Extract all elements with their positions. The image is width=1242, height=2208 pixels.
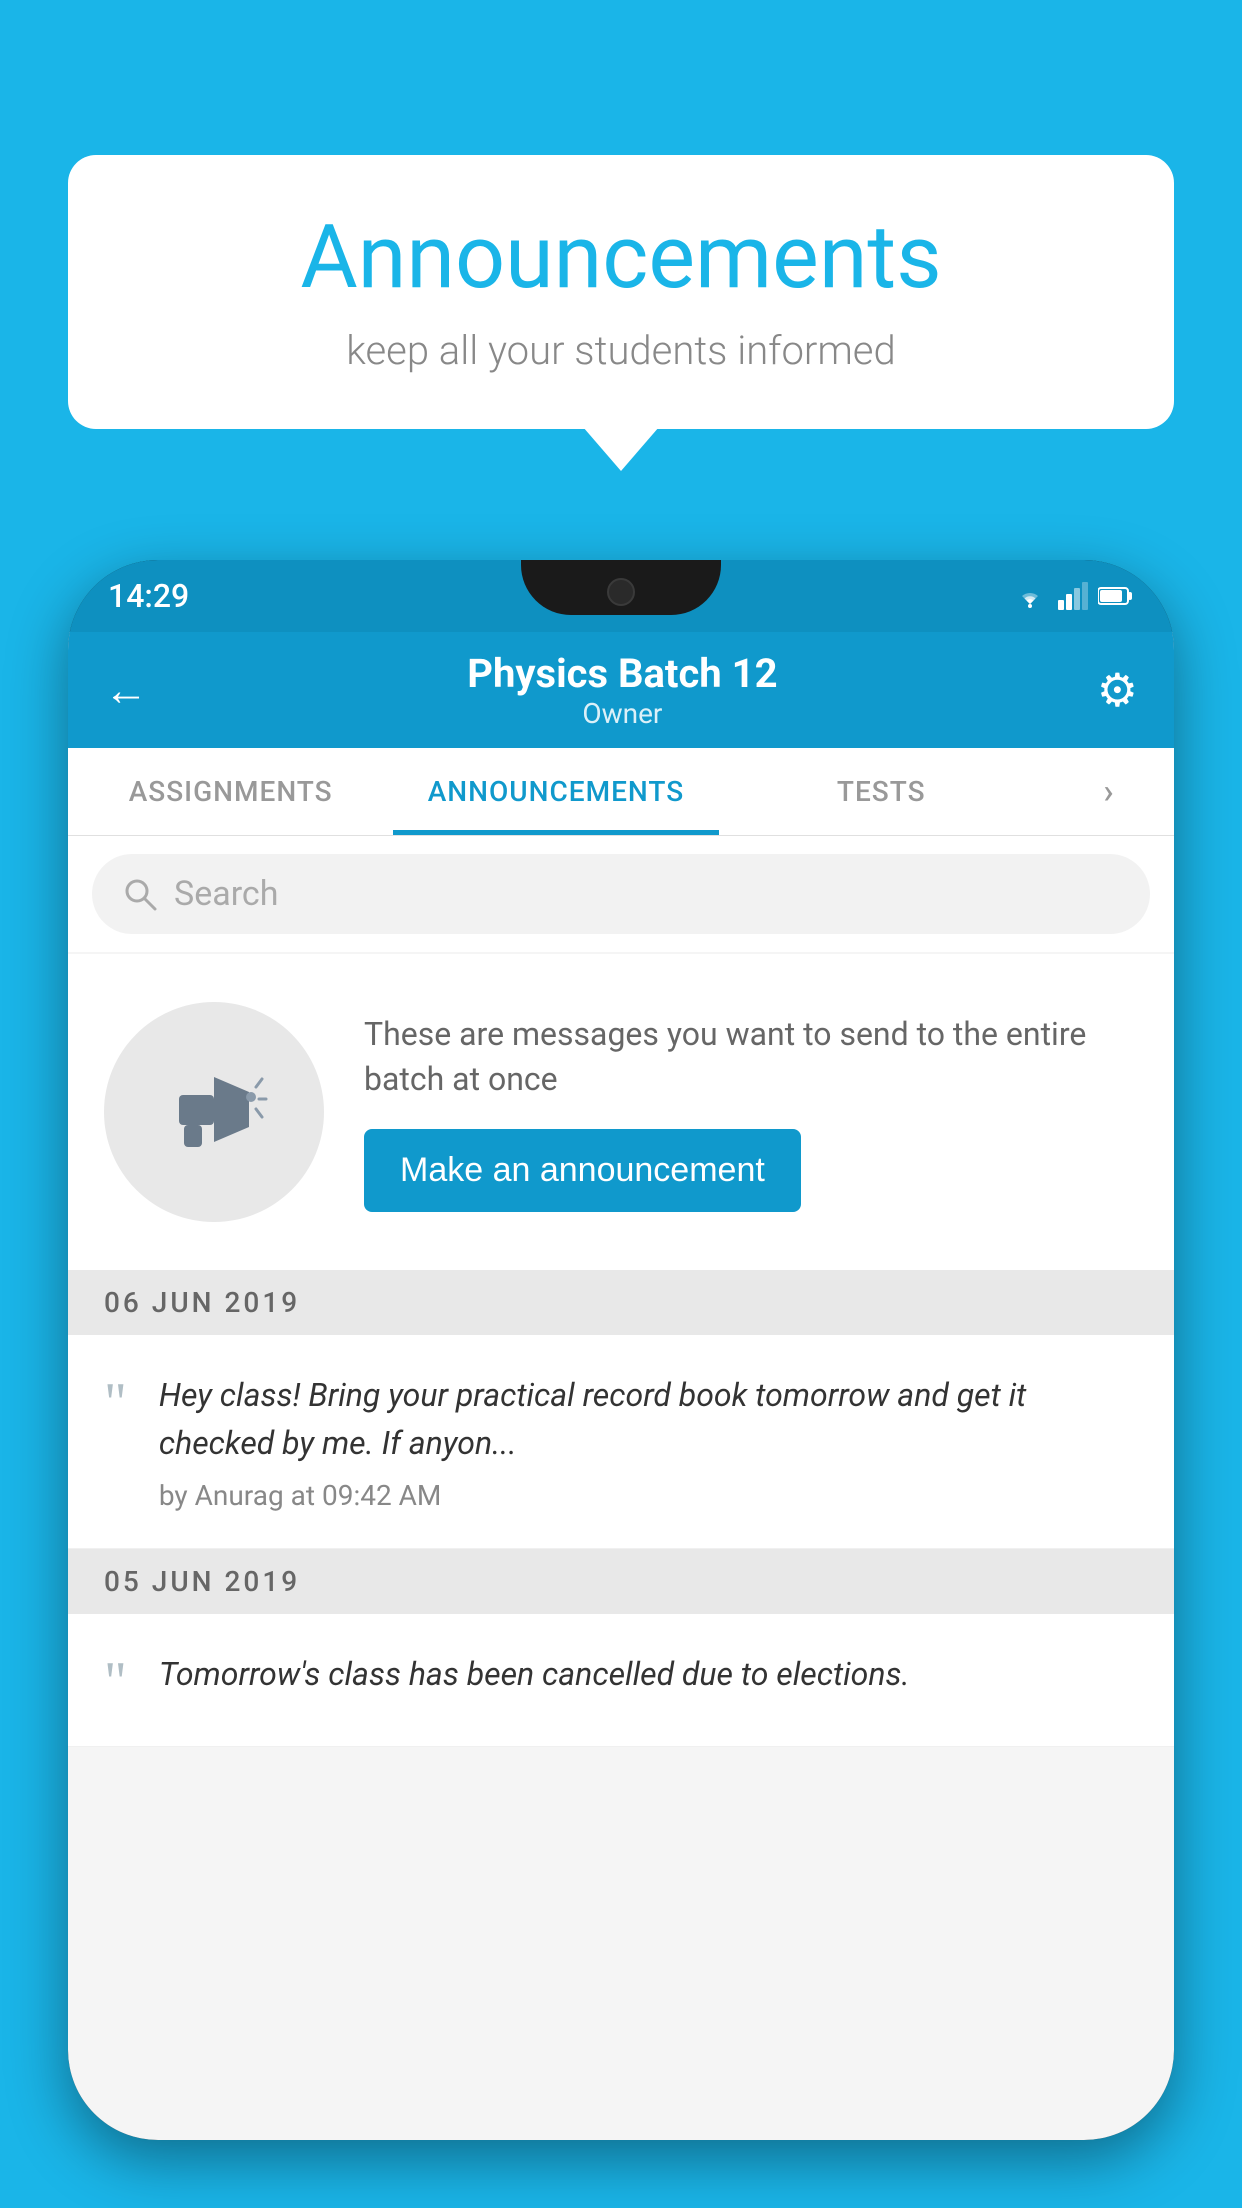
tab-announcements[interactable]: ANNOUNCEMENTS [393,748,718,835]
tabs-bar: ASSIGNMENTS ANNOUNCEMENTS TESTS › [68,748,1174,836]
wifi-icon [1012,582,1048,610]
search-placeholder: Search [174,874,278,914]
settings-button[interactable]: ⚙ [1097,663,1138,718]
search-icon [122,876,158,912]
status-icons [1012,582,1134,610]
tab-assignments[interactable]: ASSIGNMENTS [68,748,393,835]
signal-icon [1058,582,1088,610]
announcement-content-1: Hey class! Bring your practical record b… [159,1371,1138,1512]
status-time: 14:29 [108,577,189,615]
announcement-message-1: Hey class! Bring your practical record b… [159,1371,1138,1467]
phone-screen: ← Physics Batch 12 Owner ⚙ ASSIGNMENTS A… [68,632,1174,2140]
top-bar-title-group: Physics Batch 12 Owner [467,650,777,730]
make-announcement-button[interactable]: Make an announcement [364,1129,801,1212]
date-separator-2: 05 JUN 2019 [68,1549,1174,1614]
speech-bubble-section: Announcements keep all your students inf… [68,155,1174,429]
tab-more[interactable]: › [1044,748,1174,835]
tab-tests[interactable]: TESTS [719,748,1044,835]
speech-bubble-title: Announcements [128,210,1114,307]
phone-notch [521,560,721,615]
phone-outer: 14:29 [68,560,1174,2140]
promo-right: These are messages you want to send to t… [364,1012,1138,1213]
top-bar-subtitle: Owner [467,697,777,730]
quote-icon-1: " [104,1375,127,1431]
search-bar-wrapper: Search [68,836,1174,952]
announcement-message-2: Tomorrow's class has been cancelled due … [159,1650,1138,1698]
announcement-item-1[interactable]: " Hey class! Bring your practical record… [68,1335,1174,1549]
back-button[interactable]: ← [104,664,148,716]
screen-inner: ← Physics Batch 12 Owner ⚙ ASSIGNMENTS A… [68,632,1174,2140]
phone-container: 14:29 [68,560,1174,2208]
megaphone-icon [159,1057,269,1167]
notch-camera [607,578,635,606]
speech-bubble-subtitle: keep all your students informed [128,327,1114,374]
promo-description: These are messages you want to send to t… [364,1012,1138,1102]
promo-block: These are messages you want to send to t… [68,954,1174,1270]
announcement-item-2[interactable]: " Tomorrow's class has been cancelled du… [68,1614,1174,1747]
speech-bubble-card: Announcements keep all your students inf… [68,155,1174,429]
top-bar-title: Physics Batch 12 [467,650,777,697]
top-bar: ← Physics Batch 12 Owner ⚙ [68,632,1174,748]
announcement-content-2: Tomorrow's class has been cancelled due … [159,1650,1138,1710]
announcement-meta-1: by Anurag at 09:42 AM [159,1479,1138,1512]
date-separator-1: 06 JUN 2019 [68,1270,1174,1335]
battery-icon [1098,586,1134,606]
quote-icon-2: " [104,1654,127,1710]
search-bar[interactable]: Search [92,854,1150,934]
promo-icon-circle [104,1002,324,1222]
